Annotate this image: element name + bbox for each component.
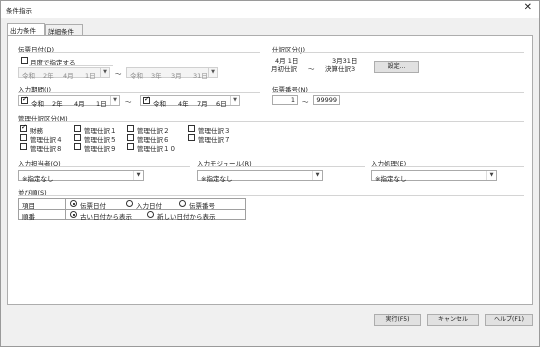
- tilde: ～: [115, 70, 122, 78]
- voucher-number-to[interactable]: 99999: [313, 95, 340, 105]
- mgmt-checkbox-3[interactable]: [188, 125, 195, 132]
- voucher-date-to[interactable]: 令和 3年 3月 31日 ▼: [126, 67, 218, 80]
- mgmt-checkbox-7[interactable]: [188, 134, 195, 141]
- divider: [18, 92, 260, 93]
- sort-radio-voucher-number[interactable]: [179, 200, 186, 207]
- title-bar: 条件指示 ✕: [1, 1, 539, 18]
- tilde: ～: [125, 98, 132, 106]
- input-period-from-checkbox[interactable]: [21, 95, 28, 104]
- mgmt-checkbox-label: 管理仕訳８: [30, 145, 63, 153]
- mgmt-checkbox-label: 管理仕訳７: [198, 136, 231, 144]
- voucher-date-from[interactable]: 令和 2年 4月 1日 ▼: [18, 67, 110, 80]
- input-period-from[interactable]: 令和 2年 4月 1日 ▼: [18, 95, 120, 108]
- mgmt-checkbox-4[interactable]: [20, 134, 27, 141]
- sort-row-header: 順番: [22, 213, 35, 221]
- input-person-select[interactable]: ※指定なし ▼: [18, 170, 144, 183]
- input-process-select[interactable]: ※指定なし ▼: [371, 170, 497, 183]
- mgmt-checkbox-2[interactable]: [127, 125, 134, 132]
- tab-detail-conditions[interactable]: 詳細条件: [45, 24, 83, 36]
- focus-underline: [29, 65, 113, 66]
- mgmt-checkbox-10[interactable]: [127, 143, 134, 150]
- divider: [18, 121, 524, 122]
- sort-radio-voucher-date[interactable]: [70, 200, 77, 207]
- divider: [197, 166, 365, 167]
- mgmt-checkbox-label: 管理仕訳１０: [137, 145, 176, 153]
- sort-option-label: 伝票番号: [189, 202, 215, 210]
- input-module-select[interactable]: ※指定なし ▼: [197, 170, 323, 183]
- sort-row-header: 項目: [22, 202, 35, 210]
- cancel-button[interactable]: キャンセル: [427, 314, 479, 326]
- sort-option-label: 伝票日付: [80, 202, 106, 210]
- divider: [65, 199, 66, 219]
- divider: [371, 166, 524, 167]
- input-period-to[interactable]: 令和 4年 7月 6日 ▼: [140, 95, 240, 108]
- chevron-down-icon[interactable]: ▼: [110, 96, 119, 105]
- chevron-down-icon[interactable]: ▼: [312, 171, 322, 180]
- sort-radio-newest-first[interactable]: [147, 211, 154, 218]
- settings-button[interactable]: 設定...: [374, 61, 419, 73]
- help-button[interactable]: ヘルプ(F1): [485, 314, 533, 326]
- mgmt-checkbox-label: 管理仕訳９: [84, 145, 117, 153]
- tab-output-conditions[interactable]: 出力条件: [7, 23, 45, 35]
- dialog-window: 条件指示 ✕ 出力条件 詳細条件 伝票日付(D) 月度で指定する 令和 2年 4…: [0, 0, 540, 347]
- mgmt-checkbox-6[interactable]: [127, 134, 134, 141]
- execute-button[interactable]: 実行(F5): [374, 314, 421, 326]
- sort-option-label: 入力日付: [136, 202, 162, 210]
- divider: [18, 166, 190, 167]
- mgmt-checkbox-8[interactable]: [20, 143, 27, 150]
- sort-option-label: 古い日付から表示: [80, 213, 132, 221]
- divider: [272, 52, 524, 53]
- mgmt-checkbox-9[interactable]: [74, 143, 81, 150]
- tilde: ～: [302, 98, 309, 106]
- chevron-down-icon[interactable]: ▼: [230, 96, 239, 105]
- divider: [18, 195, 524, 196]
- journal-from-type: 月初仕訳: [271, 65, 297, 73]
- sort-option-label: 新しい日付から表示: [157, 213, 216, 221]
- chevron-down-icon[interactable]: ▼: [208, 68, 217, 77]
- chevron-down-icon[interactable]: ▼: [486, 171, 496, 180]
- close-icon[interactable]: ✕: [524, 2, 532, 13]
- mgmt-checkbox-5[interactable]: [74, 134, 81, 141]
- sort-radio-oldest-first[interactable]: [70, 211, 77, 218]
- divider: [18, 52, 260, 53]
- input-period-to-checkbox[interactable]: [143, 95, 150, 104]
- month-checkbox[interactable]: [21, 57, 28, 64]
- mgmt-checkbox-finance[interactable]: [20, 123, 27, 132]
- voucher-number-from[interactable]: 1: [272, 95, 298, 105]
- tilde: ～: [308, 65, 315, 73]
- journal-to-type: 決算仕訳3: [325, 65, 356, 73]
- divider: [272, 92, 524, 93]
- mgmt-checkbox-1[interactable]: [74, 125, 81, 132]
- chevron-down-icon[interactable]: ▼: [133, 171, 143, 180]
- chevron-down-icon[interactable]: ▼: [100, 68, 109, 77]
- sort-radio-input-date[interactable]: [126, 200, 133, 207]
- window-title: 条件指示: [6, 7, 32, 15]
